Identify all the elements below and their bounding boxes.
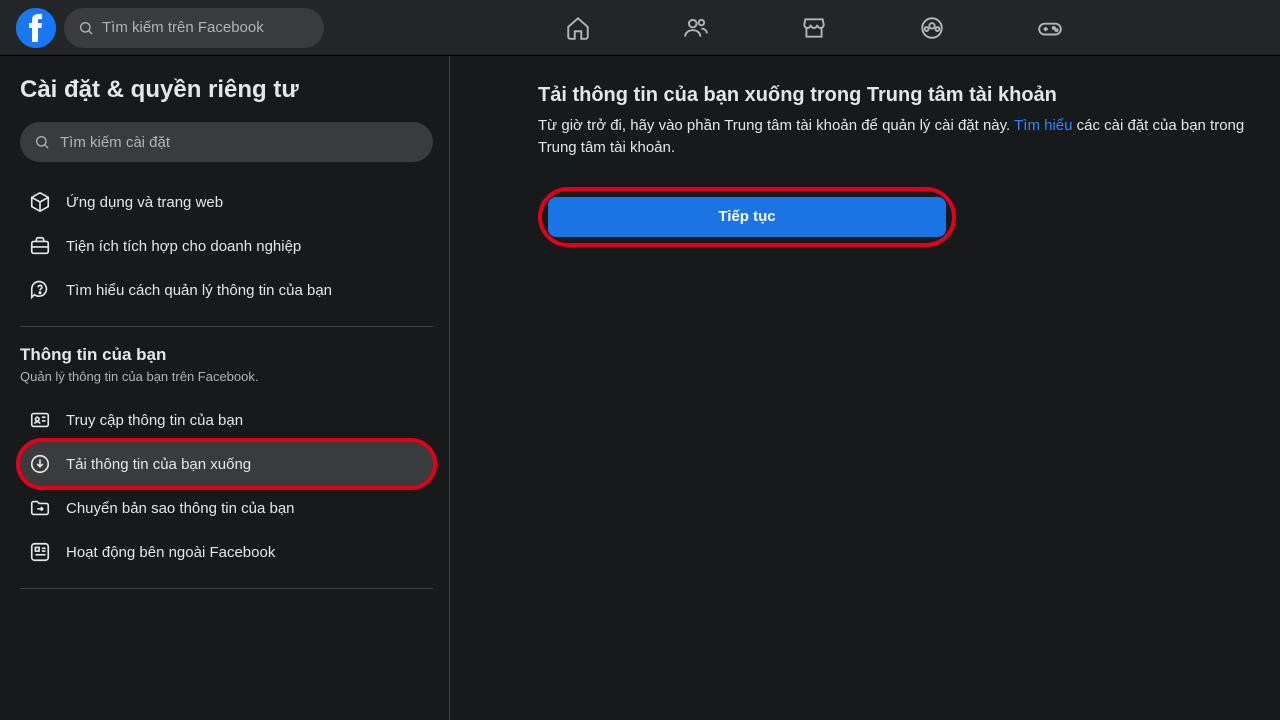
sidebar-item-label: Truy cập thông tin của bạn: [66, 412, 243, 429]
divider: [20, 326, 433, 327]
friends-icon: [683, 15, 709, 41]
content-title: Tải thông tin của bạn xuống trong Trung …: [538, 84, 1280, 107]
settings-sidebar: Cài đặt & quyền riêng tư Tìm kiếm cài đặ…: [0, 56, 450, 720]
nav-friends[interactable]: [641, 4, 751, 52]
global-search[interactable]: Tìm kiếm trên Facebook: [64, 8, 324, 48]
cube-icon: [28, 190, 52, 214]
sidebar-item-off-facebook-activity[interactable]: Hoạt động bên ngoài Facebook: [20, 530, 433, 574]
sidebar-item-label: Chuyển bản sao thông tin của bạn: [66, 500, 295, 517]
sidebar-item-download-info[interactable]: Tải thông tin của bạn xuống: [20, 442, 433, 486]
folder-transfer-icon: [28, 496, 52, 520]
sidebar-item-label: Ứng dụng và trang web: [66, 194, 223, 211]
settings-search-placeholder: Tìm kiếm cài đặt: [60, 134, 170, 151]
search-icon: [78, 20, 94, 36]
nav-center: [364, 4, 1264, 52]
top-bar: Tìm kiếm trên Facebook: [0, 0, 1280, 56]
sidebar-item-transfer-copy[interactable]: Chuyển bản sao thông tin của bạn: [20, 486, 433, 530]
nav-marketplace[interactable]: [759, 4, 869, 52]
activity-icon: [28, 540, 52, 564]
nav-home[interactable]: [523, 4, 633, 52]
content-text-a: Từ giờ trở đi, hãy vào phần Trung tâm tà…: [538, 117, 1014, 134]
sidebar-item-label: Tiện ích tích hợp cho doanh nghiệp: [66, 238, 301, 255]
sidebar-item-apps-websites[interactable]: Ứng dụng và trang web: [20, 180, 433, 224]
continue-button[interactable]: Tiếp tục: [548, 197, 946, 237]
sidebar-item-label: Tìm hiểu cách quản lý thông tin của bạn: [66, 282, 332, 299]
main-content: Tải thông tin của bạn xuống trong Trung …: [450, 56, 1280, 720]
gaming-icon: [1037, 15, 1063, 41]
facebook-logo[interactable]: [16, 8, 56, 48]
cta-highlight: Tiếp tục: [538, 187, 956, 247]
divider: [20, 588, 433, 589]
marketplace-icon: [801, 15, 827, 41]
section-your-info-title: Thông tin của bạn: [20, 345, 433, 365]
sidebar-item-label: Hoạt động bên ngoài Facebook: [66, 544, 275, 561]
nav-gaming[interactable]: [995, 4, 1105, 52]
download-circle-icon: [28, 452, 52, 476]
groups-icon: [919, 15, 945, 41]
sidebar-item-label: Tải thông tin của bạn xuống: [66, 456, 251, 473]
nav-groups[interactable]: [877, 4, 987, 52]
sidebar-item-learn-manage-info[interactable]: Tìm hiểu cách quản lý thông tin của bạn: [20, 268, 433, 312]
home-icon: [565, 15, 591, 41]
settings-search[interactable]: Tìm kiếm cài đặt: [20, 122, 433, 162]
briefcase-icon: [28, 234, 52, 258]
learn-more-link[interactable]: Tìm hiểu: [1014, 117, 1072, 134]
question-bubble-icon: [28, 278, 52, 302]
global-search-placeholder: Tìm kiếm trên Facebook: [102, 19, 264, 36]
id-card-icon: [28, 408, 52, 432]
search-icon: [34, 134, 50, 150]
sidebar-item-business-integrations[interactable]: Tiện ích tích hợp cho doanh nghiệp: [20, 224, 433, 268]
content-description: Từ giờ trở đi, hãy vào phần Trung tâm tà…: [538, 115, 1280, 159]
sidebar-title: Cài đặt & quyền riêng tư: [20, 76, 433, 104]
sidebar-item-access-info[interactable]: Truy cập thông tin của bạn: [20, 398, 433, 442]
section-your-info-sub: Quản lý thông tin của bạn trên Facebook.: [20, 369, 433, 384]
